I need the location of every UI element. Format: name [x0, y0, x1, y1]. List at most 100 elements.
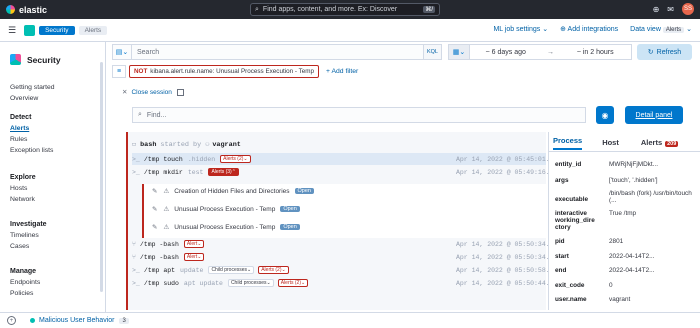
help-icon[interactable]: ⊕	[653, 5, 660, 14]
elastic-logo[interactable]: elastic	[6, 5, 47, 15]
news-icon[interactable]: ✉	[667, 5, 674, 14]
field-value: vagrant	[609, 296, 631, 303]
close-session-button[interactable]: ✕ Close session	[122, 88, 184, 96]
edit-icon: ✎	[152, 224, 158, 231]
menu-icon[interactable]: ☰	[8, 25, 16, 36]
add-filter-button[interactable]: + Add filter	[326, 68, 358, 75]
breadcrumb-security[interactable]: Security	[39, 25, 75, 35]
nav-group-general: Getting started Overview	[10, 80, 55, 102]
sidebar-item-rules[interactable]: Rules	[10, 136, 53, 143]
terminal-icon: ▭	[132, 141, 137, 149]
tab-host[interactable]: Host	[602, 138, 619, 147]
timeline-title[interactable]: Malicious User Behavior	[39, 317, 114, 324]
refresh-button[interactable]: ↻ Refresh	[637, 44, 692, 60]
global-search-input[interactable]: ⌕ Find apps, content, and more. Ex: Disc…	[250, 3, 440, 16]
nav-heading-manage: Manage	[10, 268, 37, 275]
query-language-button[interactable]: KQL	[424, 44, 442, 60]
breadcrumb-alerts[interactable]: Alerts	[78, 25, 108, 35]
process-row[interactable]: >_ /tmp mkdir test Alerts (3) ⌃ Apr 14, …	[132, 166, 561, 178]
alert-badge-label: Alert	[186, 241, 198, 247]
alert-badge[interactable]: Alert ⌄	[183, 240, 205, 248]
field-value: 2801	[609, 238, 624, 245]
search-icon: ⌕	[138, 111, 142, 118]
field-value: 0	[609, 282, 613, 289]
alerts-badge[interactable]: Alerts (2) ⌄	[258, 266, 289, 274]
query-placeholder: Search	[137, 48, 160, 56]
alert-status-badge: Open	[280, 206, 300, 212]
sidebar-item-endpoints[interactable]: Endpoints	[10, 279, 40, 286]
security-app-icon[interactable]	[24, 24, 36, 36]
sidebar-item-overview[interactable]: Overview	[10, 95, 55, 102]
field-key: entity_id	[555, 161, 582, 168]
alerts-badge-expanded[interactable]: Alerts (3) ⌃	[208, 168, 239, 176]
alerts-badge[interactable]: Alerts (2) ⌄	[277, 279, 309, 287]
alert-row[interactable]: ✎ ⚠ Unusual Process Execution - Temp Ope…	[152, 223, 300, 231]
process-row[interactable]: >_ /tmp touch .hidden Alerts (2) ⌄ Apr 1…	[132, 153, 561, 165]
add-timeline-icon[interactable]: +	[7, 316, 16, 325]
sidebar-scrollbar[interactable]	[100, 62, 103, 292]
date-end[interactable]: ~ in 2 hours	[559, 49, 631, 56]
fullscreen-icon[interactable]	[176, 88, 184, 96]
sidebar-title-label: Security	[27, 54, 61, 65]
field-key: start	[555, 253, 569, 260]
child-processes-badge[interactable]: Child processes ⌄	[208, 266, 255, 274]
calendar-icon[interactable]: ▦⌄	[448, 44, 470, 60]
session-find-placeholder: Find...	[146, 111, 167, 119]
field-key: pid	[555, 238, 565, 245]
detail-field-pid: pid 2801	[555, 238, 699, 245]
field-key: end	[555, 267, 567, 274]
root-command: bash	[140, 140, 157, 149]
tree-branch-icon: ⑂	[132, 240, 136, 248]
session-root-process[interactable]: ▭ bash started by ⚇ vagrant	[132, 140, 241, 150]
edit-icon: ✎	[152, 188, 158, 195]
sidebar-item-policies[interactable]: Policies	[10, 290, 40, 297]
child-processes-label: Child processes	[211, 267, 248, 273]
process-row[interactable]: ⑂ /tmp -bash Alert ⌄ Apr 14, 2022 @ 05:5…	[132, 251, 561, 263]
query-input[interactable]: Search	[132, 44, 424, 60]
timeline-status-dot	[30, 318, 35, 323]
filter-pill[interactable]: NOT kibana.alert.rule.name: Unusual Proc…	[129, 64, 319, 78]
process-timestamp: Apr 14, 2022 @ 05:50:44.950	[456, 279, 562, 287]
sidebar-title: Security	[0, 42, 105, 65]
data-view-picker[interactable]: Data view Alerts ⌄	[630, 25, 692, 33]
sidebar-item-getting-started[interactable]: Getting started	[10, 84, 55, 91]
tree-branch-icon: >_	[132, 155, 140, 163]
global-search-placeholder: Find apps, content, and more. Ex: Discov…	[262, 6, 398, 13]
process-row[interactable]: >_ /tmp apt update Child processes ⌄ Ale…	[132, 264, 561, 276]
sidebar-item-cases[interactable]: Cases	[10, 243, 47, 250]
filter-row: ≡ NOT kibana.alert.rule.name: Unusual Pr…	[112, 64, 358, 78]
process-row[interactable]: >_ /tmp sudo apt update Child processes …	[132, 277, 561, 289]
tree-branch-icon: ⑂	[132, 253, 136, 261]
alert-row[interactable]: ✎ ⚠ Unusual Process Execution - Temp Ope…	[152, 205, 300, 213]
sidebar-item-exception-lists[interactable]: Exception lists	[10, 147, 53, 154]
sidebar-item-network[interactable]: Network	[10, 196, 36, 203]
detail-panel-button[interactable]: Detail panel	[625, 106, 683, 124]
alerts-badge[interactable]: Alerts (2) ⌄	[220, 155, 251, 163]
tree-branch-icon: >_	[132, 266, 140, 274]
sidebar-item-timelines[interactable]: Timelines	[10, 232, 47, 239]
field-key: user.name	[555, 296, 587, 303]
filter-menu-icon[interactable]: ≡	[112, 64, 126, 78]
tab-process[interactable]: Process	[553, 136, 583, 150]
process-row[interactable]: ⑂ /tmp -bash Alert ⌄ Apr 14, 2022 @ 05:5…	[132, 238, 561, 250]
child-processes-badge[interactable]: Child processes ⌄	[227, 279, 274, 287]
sidebar-item-alerts[interactable]: Alerts	[10, 125, 53, 132]
process-command: /tmp apt	[143, 266, 176, 274]
add-integrations-link[interactable]: ⊕ Add integrations	[560, 25, 618, 33]
tab-alerts[interactable]: Alerts 209	[641, 138, 679, 147]
eye-icon: ◉	[601, 110, 609, 120]
session-find-input[interactable]: ⌕ Find...	[132, 107, 586, 123]
data-view-label: Data view	[630, 26, 661, 33]
date-start[interactable]: ~ 6 days ago	[470, 49, 542, 56]
alert-badge[interactable]: Alert ⌄	[183, 253, 205, 261]
avatar[interactable]: SS	[682, 3, 694, 15]
process-timestamp: Apr 14, 2022 @ 05:49:16.148	[456, 168, 562, 176]
sidebar-item-hosts[interactable]: Hosts	[10, 185, 36, 192]
field-value: True /tmp	[609, 210, 637, 217]
ml-job-settings-link[interactable]: ML job settings ⌄	[493, 25, 548, 33]
alert-name: Creation of Hidden Files and Directories	[174, 187, 290, 195]
display-options-button[interactable]: ◉	[596, 106, 614, 124]
alert-row[interactable]: ✎ ⚠ Creation of Hidden Files and Directo…	[152, 187, 314, 195]
saved-query-icon[interactable]: ▤⌄	[112, 44, 132, 60]
nav-group-manage: Manage Endpoints Policies	[10, 268, 40, 297]
